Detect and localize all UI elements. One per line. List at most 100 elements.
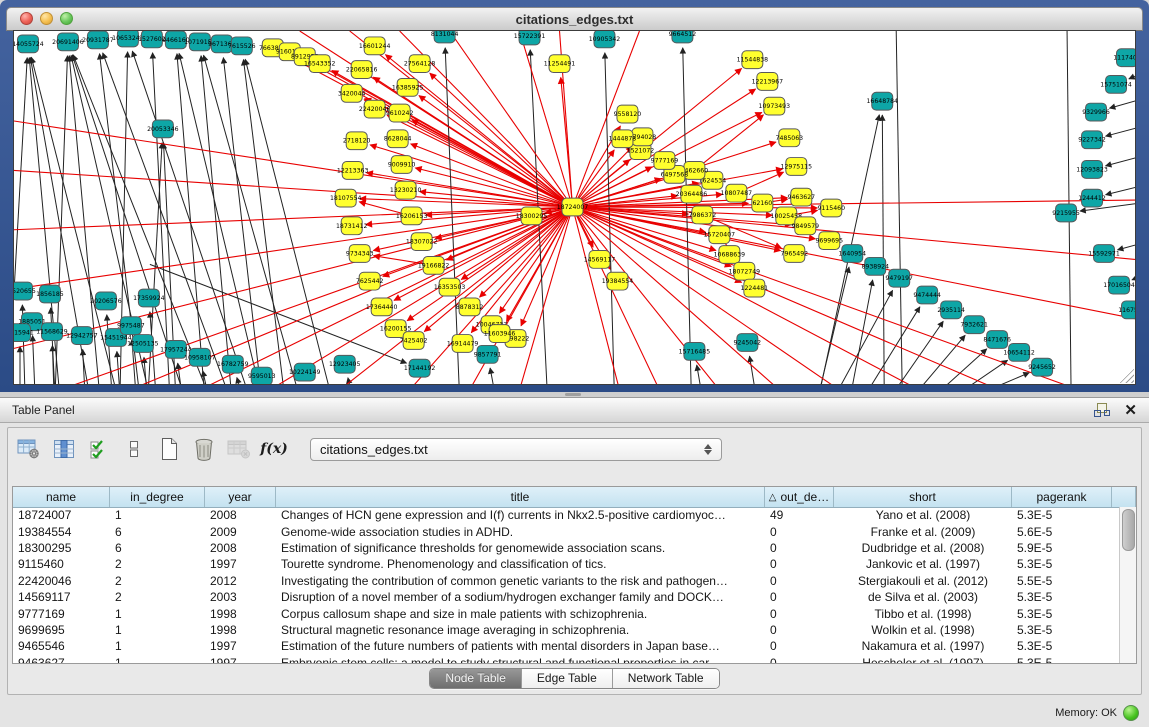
table-row[interactable]: 969969511998Structural magnetic resonanc… <box>13 622 1120 638</box>
graph-edge[interactable] <box>697 365 702 384</box>
graph-node[interactable]: 9115460 <box>817 199 845 217</box>
graph-edge[interactable] <box>243 60 284 384</box>
column-header-name[interactable]: name <box>13 487 110 507</box>
graph-edge[interactable] <box>984 373 1029 384</box>
graph-edge[interactable] <box>867 307 920 384</box>
graph-node[interactable]: 7425402 <box>400 332 428 350</box>
graph-node[interactable]: 27564128 <box>404 55 436 73</box>
graph-edge[interactable] <box>694 115 763 171</box>
table-row[interactable]: 911546021997Tourette syndrome. Phenomeno… <box>13 556 1120 572</box>
graph-node[interactable]: 9857791 <box>474 345 502 363</box>
graph-node[interactable]: 19384554 <box>602 272 634 290</box>
window-titlebar[interactable]: citations_edges.txt <box>6 7 1143 31</box>
graph-edge[interactable] <box>750 356 756 384</box>
graph-node[interactable]: 17364440 <box>366 298 398 316</box>
graph-node[interactable]: 9245652 <box>1028 358 1056 376</box>
graph-node[interactable]: 12923405 <box>329 355 361 373</box>
graph-node[interactable]: 1444878 <box>609 130 637 148</box>
network-canvas[interactable]: 1405572420691406209317871065324715276029… <box>13 30 1136 385</box>
graph-node[interactable]: 9329966 <box>1082 103 1110 121</box>
graph-edge[interactable] <box>490 368 494 384</box>
graph-edge[interactable] <box>350 31 573 207</box>
column-header-pagerank[interactable]: pagerank <box>1012 487 1112 507</box>
graph-node[interactable]: 10973493 <box>759 97 791 115</box>
graph-node[interactable]: 16353503 <box>434 278 466 296</box>
column-header-out-degree[interactable]: △ out_de… <box>765 487 834 507</box>
network-graph[interactable]: 1405572420691406209317871065324715276029… <box>14 31 1135 384</box>
graph-node[interactable]: 10905342 <box>589 31 621 48</box>
column-header-title[interactable]: title <box>276 487 765 507</box>
new-document-icon[interactable] <box>156 436 182 462</box>
graph-node[interactable]: 1856185 <box>36 285 64 303</box>
graph-node[interactable]: 2935114 <box>937 301 965 319</box>
graph-edge[interactable] <box>132 51 249 384</box>
graph-node[interactable]: 9595013 <box>248 367 276 384</box>
graph-edge[interactable] <box>178 363 182 384</box>
minimize-button[interactable] <box>40 12 53 25</box>
graph-edge[interactable] <box>961 360 1007 384</box>
graph-edge[interactable] <box>1106 184 1135 194</box>
graph-node[interactable]: 9227342 <box>1078 131 1106 149</box>
graph-node[interactable]: 15751074 <box>1100 75 1132 93</box>
graph-node[interactable]: 9463627 <box>788 188 816 206</box>
table-row[interactable]: 977716911998Corpus callosum shape and si… <box>13 605 1120 621</box>
graph-node[interactable]: 2718120 <box>343 132 371 150</box>
graph-node[interactable]: 7485063 <box>776 129 804 147</box>
graph-node[interactable]: 9699695 <box>815 232 843 250</box>
graph-node[interactable]: 20931787 <box>82 31 114 49</box>
column-visibility-icon[interactable] <box>51 436 77 462</box>
graph-node[interactable]: 1224481 <box>741 279 769 297</box>
graph-node[interactable]: 18731412 <box>336 217 368 235</box>
graph-node[interactable]: 2520655 <box>14 282 36 300</box>
column-header-year[interactable]: year <box>205 487 276 507</box>
graph-node[interactable]: 17359924 <box>133 289 165 307</box>
column-header-short[interactable]: short <box>834 487 1012 507</box>
table-vertical-scrollbar[interactable] <box>1119 507 1136 663</box>
table-row[interactable]: 1830029562008Estimation of significance … <box>13 540 1120 556</box>
graph-node[interactable]: 15592971 <box>1088 245 1120 263</box>
graph-edge[interactable] <box>882 115 884 384</box>
graph-edge[interactable] <box>144 357 147 384</box>
graph-edge[interactable] <box>117 351 120 384</box>
graph-node[interactable]: 15720407 <box>704 226 736 244</box>
graph-edge[interactable] <box>245 59 331 384</box>
close-button[interactable] <box>20 12 33 25</box>
graph-node[interactable]: 19166822 <box>418 256 450 274</box>
graph-node[interactable]: 9479197 <box>885 269 913 287</box>
graph-node[interactable]: 9558120 <box>614 105 642 123</box>
graph-node[interactable]: 16648784 <box>866 92 898 110</box>
network-table-selector[interactable]: citations_edges.txt <box>310 438 722 461</box>
graph-node[interactable]: 9975487 <box>117 317 145 335</box>
graph-node[interactable]: 1640954 <box>838 245 866 263</box>
graph-edge[interactable] <box>1106 155 1135 166</box>
graph-node[interactable]: 8471676 <box>983 331 1011 349</box>
tab-node-table[interactable]: Node Table <box>430 669 522 688</box>
graph-node[interactable]: 9734343 <box>346 245 374 263</box>
graph-node[interactable]: 8628044 <box>384 130 412 148</box>
graph-node[interactable]: 20053346 <box>147 120 179 138</box>
graph-edge[interactable] <box>300 31 573 207</box>
stacked-rows-icon[interactable] <box>121 436 147 462</box>
graph-edge[interactable] <box>445 48 459 384</box>
graph-node[interactable]: 62160 <box>752 194 773 212</box>
graph-node[interactable]: 12213967 <box>752 73 784 91</box>
table-row[interactable]: 2242004622012Investigating the contribut… <box>13 573 1120 589</box>
graph-node[interactable]: 1117405 <box>1113 49 1135 67</box>
graph-node[interactable]: 7965492 <box>781 245 809 263</box>
graph-edge[interactable] <box>237 377 242 384</box>
float-panel-icon[interactable] <box>1094 403 1110 417</box>
graph-node[interactable]: 11254491 <box>544 55 576 73</box>
graph-node[interactable]: 8878312 <box>456 298 484 316</box>
graph-node[interactable]: 11544838 <box>737 51 769 69</box>
graph-node[interactable]: 15722391 <box>514 31 546 45</box>
tab-network-table[interactable]: Network Table <box>613 669 719 688</box>
graph-edge[interactable] <box>419 96 573 207</box>
graph-edge[interactable] <box>1106 125 1135 136</box>
function-builder-icon[interactable]: f(x) <box>261 436 287 462</box>
table-row[interactable]: 946362711997Embryonic stem cells: a mode… <box>13 655 1120 663</box>
graph-node[interactable]: 16914479 <box>447 335 479 353</box>
graph-node[interactable]: 10654112 <box>1003 343 1035 361</box>
graph-edge[interactable] <box>200 207 573 384</box>
graph-edge[interactable] <box>573 207 620 384</box>
graph-node[interactable]: 17016504 <box>1103 276 1135 294</box>
